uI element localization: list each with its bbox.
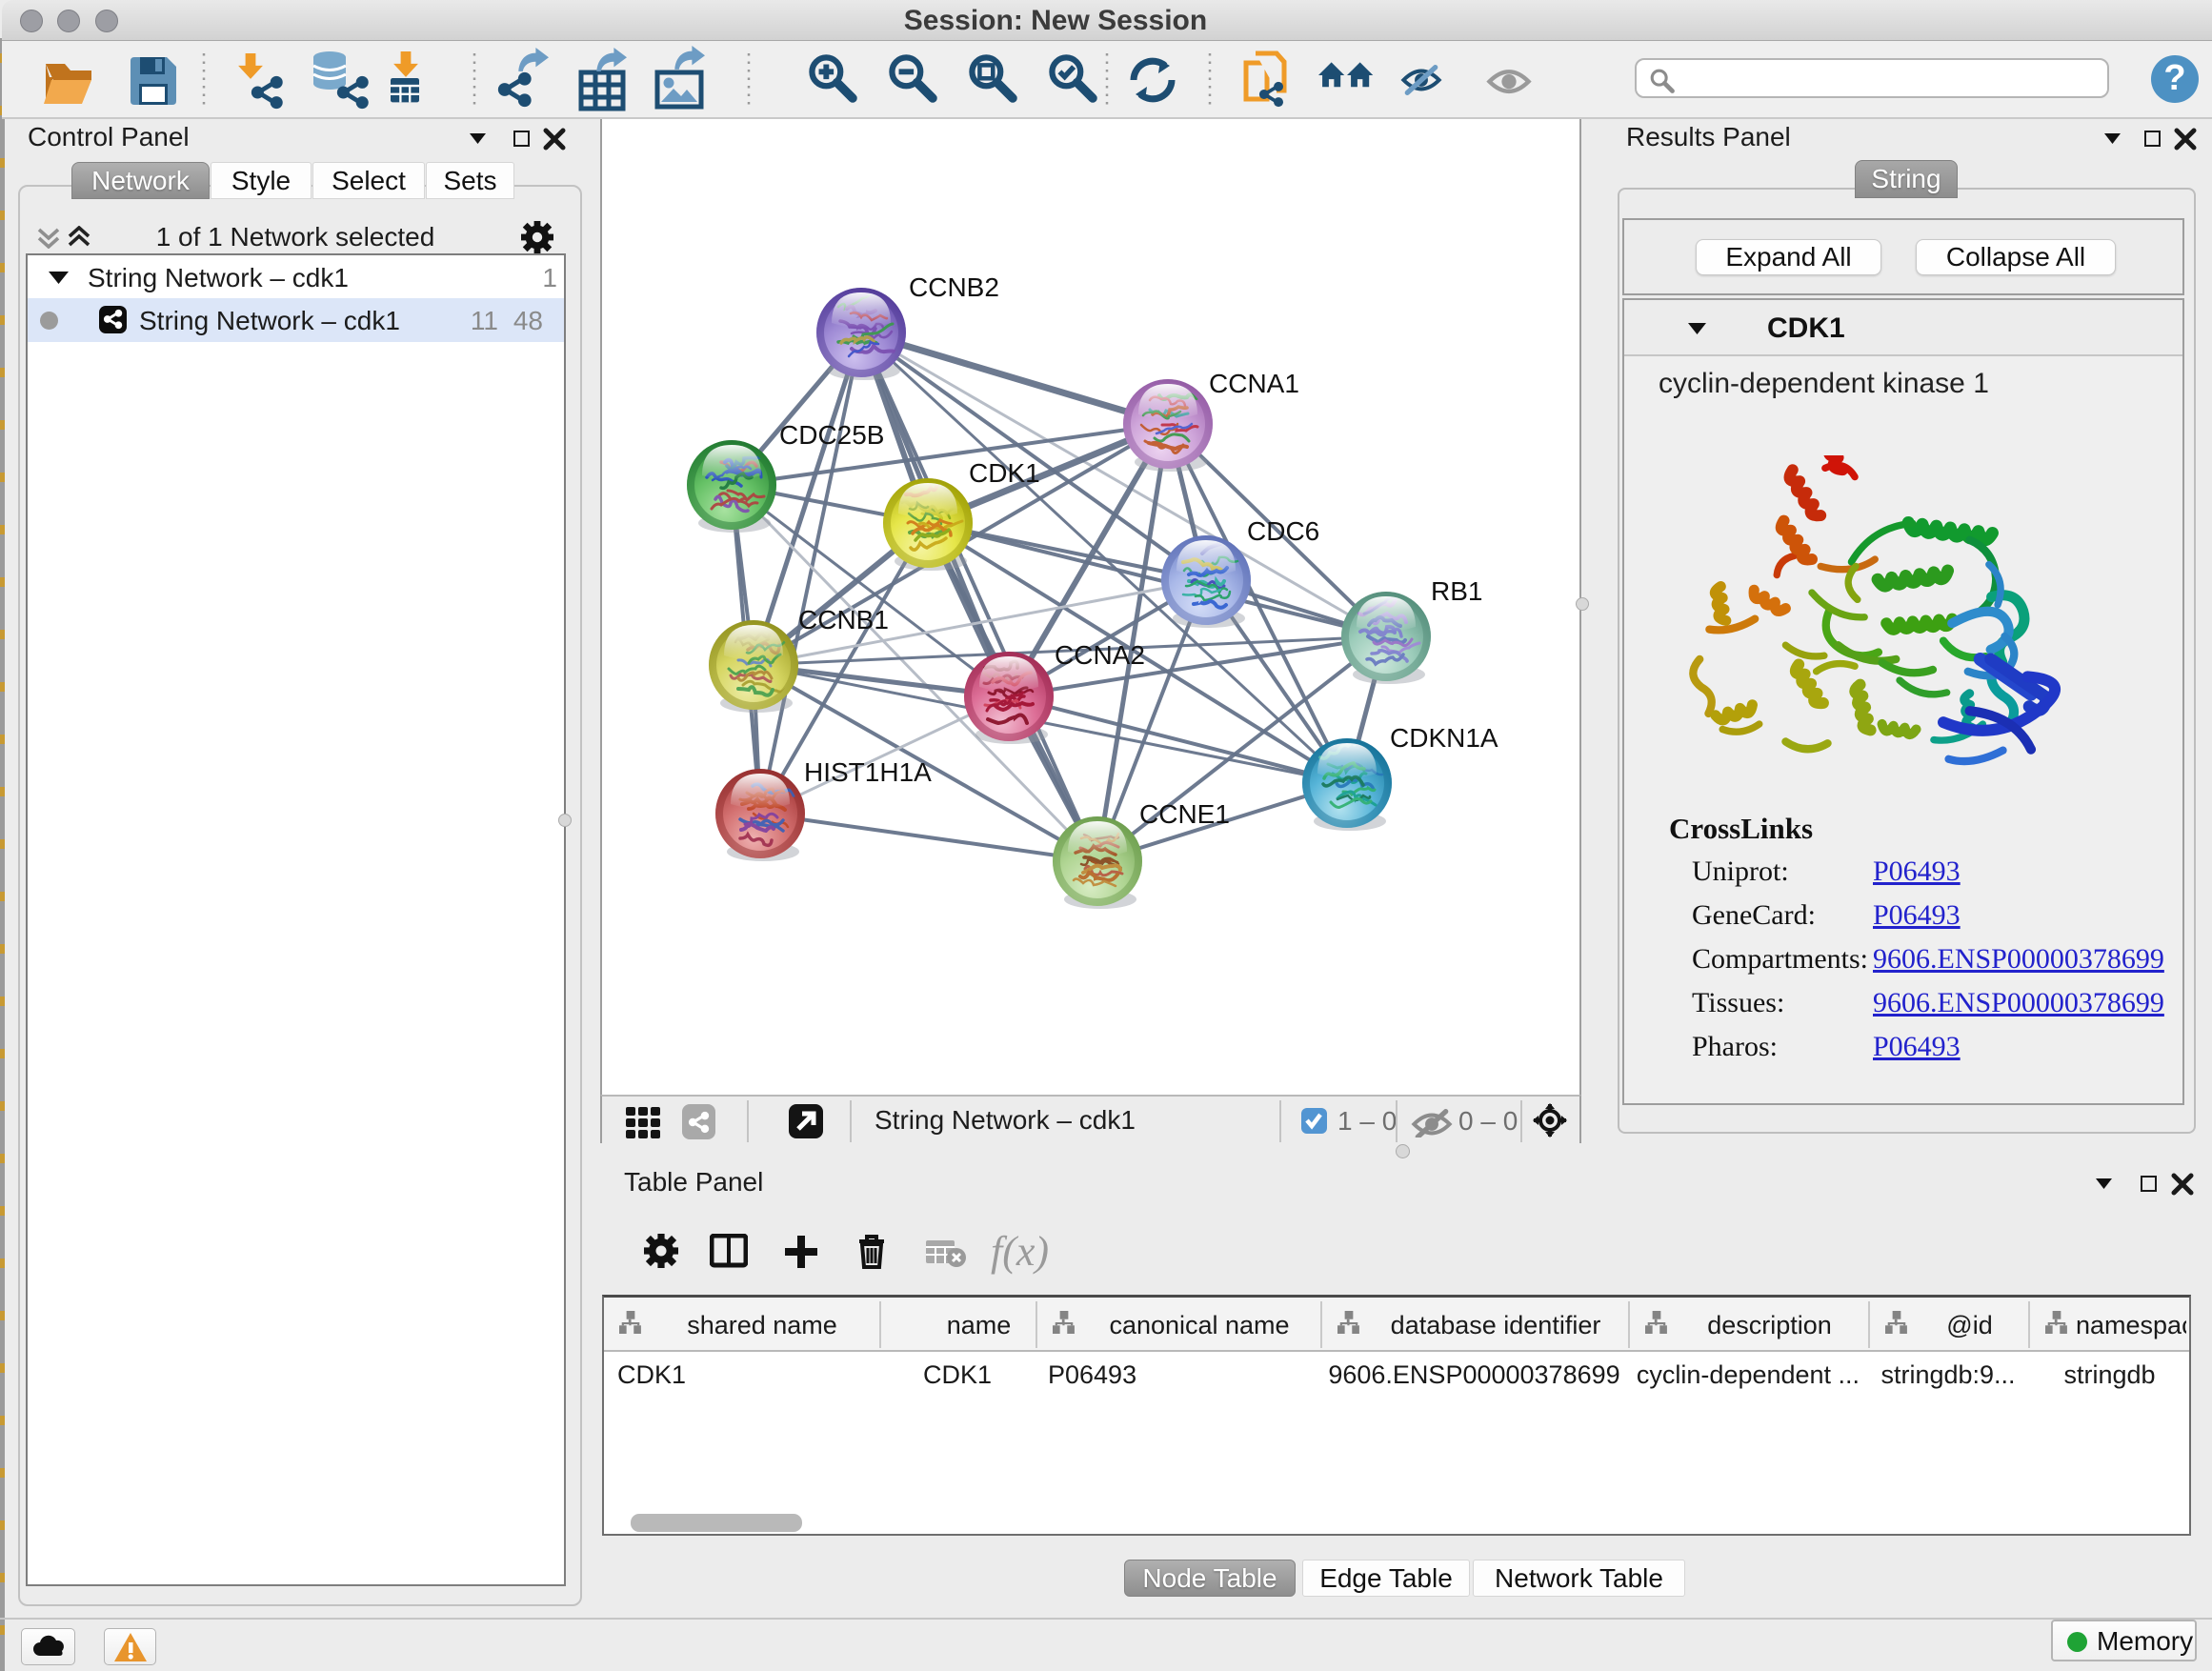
svg-text:CDC25B: CDC25B	[779, 420, 884, 450]
svg-text:CCNA1: CCNA1	[1209, 369, 1299, 398]
svg-text:CDK1: CDK1	[969, 458, 1040, 488]
svg-text:CCNE1: CCNE1	[1139, 799, 1230, 829]
svg-text:CDKN1A: CDKN1A	[1390, 723, 1498, 753]
svg-text:CCNB2: CCNB2	[909, 272, 999, 302]
svg-text:CCNA2: CCNA2	[1055, 640, 1145, 670]
svg-text:RB1: RB1	[1431, 576, 1482, 606]
svg-text:HIST1H1A: HIST1H1A	[804, 757, 932, 787]
svg-text:CDC6: CDC6	[1247, 516, 1319, 546]
svg-text:CCNB1: CCNB1	[798, 605, 889, 634]
